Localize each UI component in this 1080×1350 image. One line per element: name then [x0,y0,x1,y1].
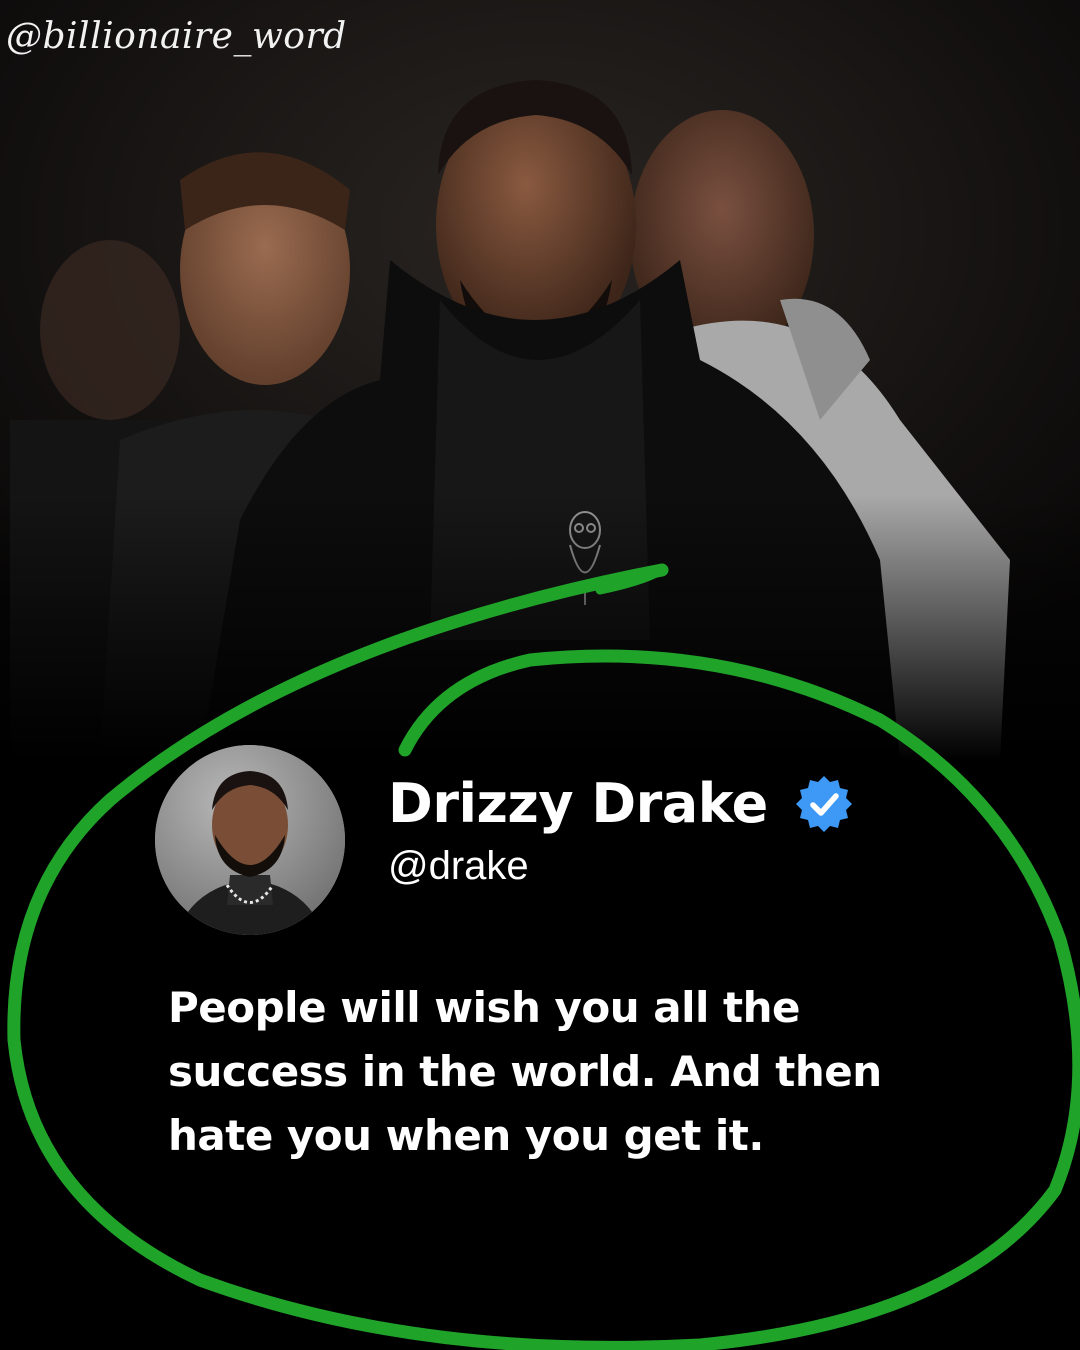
verified-badge-icon [795,776,852,832]
display-name[interactable]: Drizzy Drake [388,777,768,831]
user-handle[interactable]: @drake [388,846,529,886]
background-photo [0,0,1080,760]
watermark-handle: @billionaire_word [6,16,347,57]
tweet-text: People will wish you all the success in … [168,983,882,1160]
profile-avatar[interactable] [155,745,345,935]
author-name-row: Drizzy Drake [388,774,854,834]
post-canvas: @billionaire_word Drizzy Drake @drake Pe… [0,0,1080,1350]
